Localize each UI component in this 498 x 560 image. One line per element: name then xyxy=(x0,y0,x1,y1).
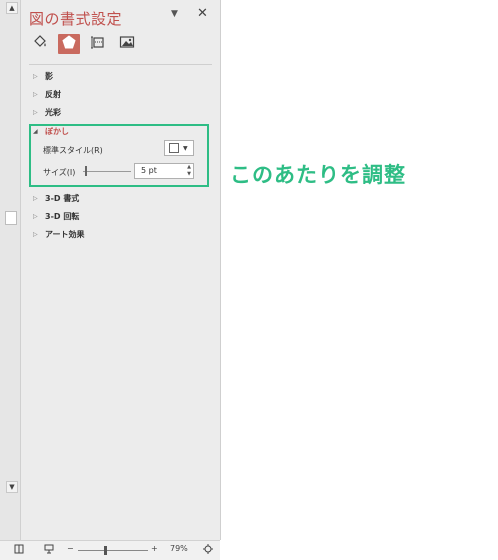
section-label: 3-D 回転 xyxy=(45,212,80,221)
zoom-in-button[interactable]: + xyxy=(151,544,158,553)
scrollbar-thumb[interactable] xyxy=(5,211,17,225)
slideshow-icon[interactable] xyxy=(44,544,54,556)
zoom-out-button[interactable]: − xyxy=(67,544,74,553)
section-label: 影 xyxy=(45,72,53,81)
section-label: アート効果 xyxy=(45,230,85,239)
expand-triangle-icon: ▷ xyxy=(33,231,38,238)
document-scroll-area: ▲ ▼ xyxy=(0,0,21,540)
section-artistic-effects[interactable]: ▷ アート効果 xyxy=(33,229,85,240)
highlight-box xyxy=(29,124,209,187)
section-glow[interactable]: ▷ 光彩 xyxy=(33,107,61,118)
expand-triangle-icon: ▷ xyxy=(33,73,38,80)
scroll-up-arrow-icon[interactable]: ▲ xyxy=(6,2,18,14)
fill-bucket-icon xyxy=(32,34,48,54)
expand-triangle-icon: ▷ xyxy=(33,195,38,202)
expand-triangle-icon: ▷ xyxy=(33,109,38,116)
tab-picture[interactable] xyxy=(116,34,138,54)
vertical-scrollbar[interactable] xyxy=(6,0,15,540)
tab-size-properties[interactable] xyxy=(87,34,109,54)
tabs-divider xyxy=(29,64,212,65)
zoom-level[interactable]: 79% xyxy=(170,544,188,553)
scroll-down-arrow-icon[interactable]: ▼ xyxy=(6,481,18,493)
close-icon[interactable]: ✕ xyxy=(197,6,208,21)
picture-icon xyxy=(119,34,135,54)
pentagon-effects-icon xyxy=(61,34,77,54)
section-3d-rotation[interactable]: ▷ 3-D 回転 xyxy=(33,211,79,222)
format-picture-pane: 図の書式設定 ▼ ✕ ▷ 影 ▷ 反射 ▷ 光彩 ◢ ぼかし 標準スタイル(R)… xyxy=(21,0,221,540)
zoom-slider[interactable] xyxy=(78,550,148,551)
annotation-text: このあたりを調整 xyxy=(230,163,406,187)
pane-title: 図の書式設定 xyxy=(29,10,123,28)
section-label: 反射 xyxy=(45,90,61,99)
expand-triangle-icon: ▷ xyxy=(33,91,38,98)
section-3d-format[interactable]: ▷ 3-D 書式 xyxy=(33,193,79,204)
section-label: 3-D 書式 xyxy=(45,194,80,203)
section-reflection[interactable]: ▷ 反射 xyxy=(33,89,61,100)
pane-options-chevron-icon[interactable]: ▼ xyxy=(171,9,178,19)
size-layout-icon xyxy=(90,34,106,54)
section-shadow[interactable]: ▷ 影 xyxy=(33,71,53,82)
tab-effects[interactable] xyxy=(58,34,80,54)
expand-triangle-icon: ▷ xyxy=(33,213,38,220)
status-bar: − + 79% xyxy=(0,540,220,560)
tab-fill-line[interactable] xyxy=(29,34,51,54)
fit-to-window-icon[interactable] xyxy=(203,544,213,556)
zoom-slider-handle[interactable] xyxy=(104,546,107,555)
section-label: 光彩 xyxy=(45,108,61,117)
normal-view-icon[interactable] xyxy=(14,544,24,556)
